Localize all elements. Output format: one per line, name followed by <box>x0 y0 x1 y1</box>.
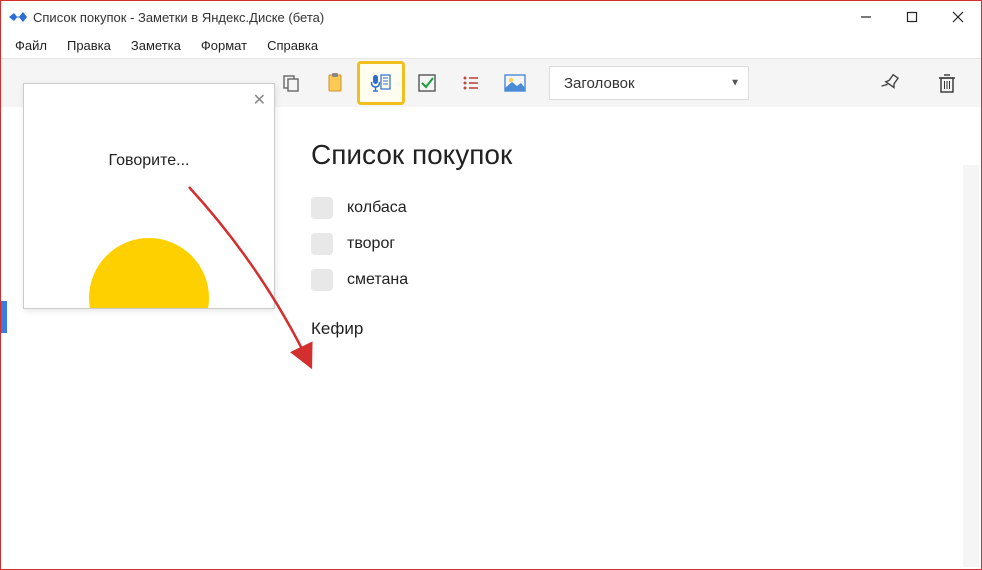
voice-animation-icon <box>89 238 209 308</box>
menu-file[interactable]: Файл <box>5 34 57 57</box>
checklist-item[interactable]: колбаса <box>311 197 929 219</box>
window-title: Список покупок - Заметки в Яндекс.Диске … <box>33 10 324 25</box>
checkbox-icon[interactable] <box>311 269 333 291</box>
menu-help[interactable]: Справка <box>257 34 328 57</box>
voice-popup-text: Говорите... <box>24 152 274 170</box>
delete-button[interactable] <box>925 63 969 103</box>
voice-input-button[interactable] <box>357 61 405 105</box>
list-button[interactable] <box>449 63 493 103</box>
menu-format[interactable]: Формат <box>191 34 257 57</box>
window-controls <box>843 1 981 33</box>
close-icon[interactable]: ✕ <box>253 90 266 110</box>
style-dropdown-label: Заголовок <box>564 75 635 92</box>
checklist-item-label: колбаса <box>347 199 407 217</box>
minimize-button[interactable] <box>843 1 889 33</box>
voice-popup: ✕ Говорите... <box>23 83 275 309</box>
paste-button[interactable] <box>313 63 357 103</box>
checklist-item[interactable]: сметана <box>311 269 929 291</box>
menu-note[interactable]: Заметка <box>121 34 191 57</box>
copy-button[interactable] <box>269 63 313 103</box>
sidebar-toggle[interactable] <box>1 301 7 333</box>
menubar: Файл Правка Заметка Формат Справка <box>1 33 981 59</box>
note-editor[interactable]: Список покупок колбаса творог сметана Ке… <box>281 107 959 569</box>
maximize-button[interactable] <box>889 1 935 33</box>
style-dropdown[interactable]: Заголовок ▼ <box>549 66 749 100</box>
note-title: Список покупок <box>311 139 929 171</box>
checkbox-icon[interactable] <box>311 197 333 219</box>
pin-button[interactable] <box>869 63 913 103</box>
chevron-down-icon: ▼ <box>730 78 740 89</box>
checklist-item[interactable]: творог <box>311 233 929 255</box>
checkbox-button[interactable] <box>405 63 449 103</box>
close-button[interactable] <box>935 1 981 33</box>
checkbox-icon[interactable] <box>311 233 333 255</box>
app-icon <box>9 10 27 24</box>
titlebar: Список покупок - Заметки в Яндекс.Диске … <box>1 1 981 33</box>
image-button[interactable] <box>493 63 537 103</box>
note-text-line: Кефир <box>311 319 929 339</box>
checklist-item-label: сметана <box>347 271 408 289</box>
menu-edit[interactable]: Правка <box>57 34 121 57</box>
checklist-item-label: творог <box>347 235 395 253</box>
vertical-scrollbar[interactable] <box>963 165 979 567</box>
